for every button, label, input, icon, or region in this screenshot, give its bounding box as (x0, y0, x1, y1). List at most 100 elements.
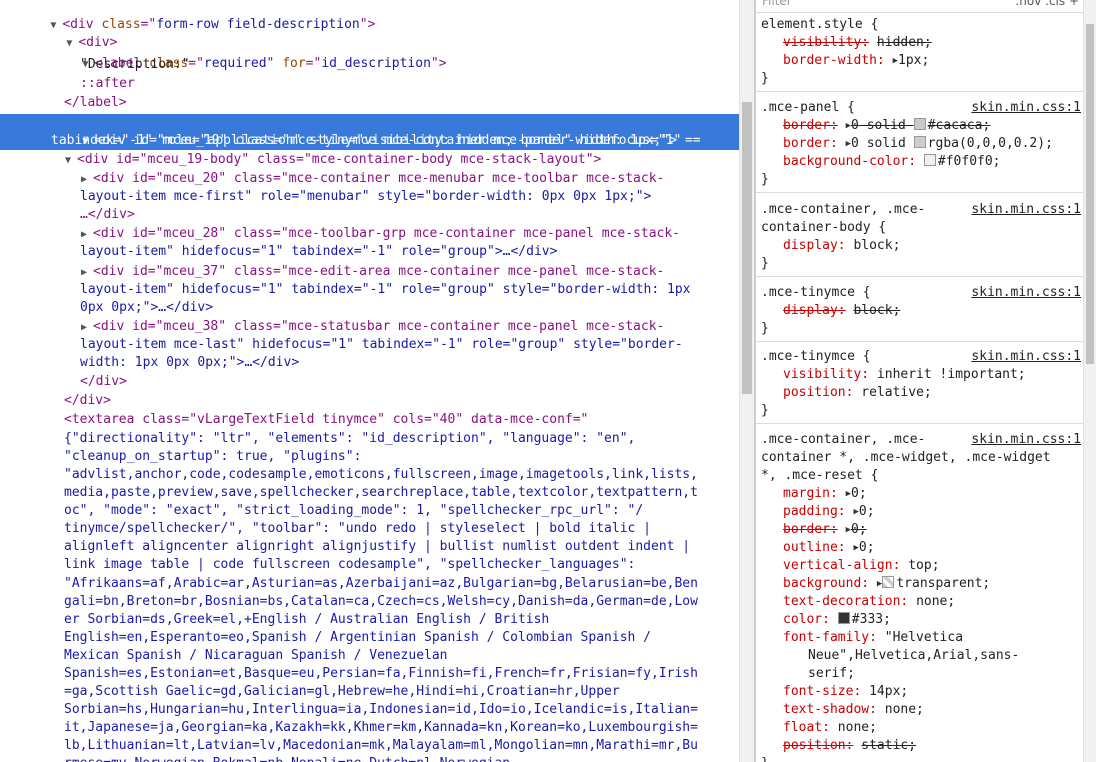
css-property[interactable]: margin: ▶0; (783, 485, 867, 503)
textarea-attr-line[interactable]: "cleanup_on_startup": true, "plugins": (64, 448, 361, 466)
textarea-attr-line[interactable]: {"directionality": "ltr", "elements": "i… (64, 430, 635, 448)
color-swatch-icon[interactable] (837, 612, 850, 624)
css-property[interactable]: vertical-align: top; (783, 557, 940, 575)
style-rule[interactable]: element.style {visibility: hidden; border… (756, 16, 1083, 92)
expand-triangle-icon[interactable]: ▼ (65, 152, 77, 170)
property-name[interactable]: visibility: (783, 367, 869, 382)
dom-pseudo-after[interactable]: ::after (80, 75, 135, 93)
collapse-triangle-icon[interactable]: ▶ (81, 264, 93, 282)
property-name[interactable]: border: (783, 118, 838, 133)
property-name[interactable]: margin: (783, 486, 838, 501)
css-property[interactable]: display: block; (783, 237, 900, 255)
rule-source-link[interactable]: skin.min.css:1 (971, 431, 1081, 449)
textarea-attr-line[interactable]: =ga,Scottish Gaelic=gd,Galician=gl,Hebre… (64, 683, 620, 701)
filter-input[interactable]: Filter (762, 0, 792, 8)
textarea-attr-line[interactable]: English=en,Esperanto=eo,Spanish / Argent… (64, 629, 651, 647)
property-value[interactable]: #cacaca; (928, 118, 991, 133)
style-rule[interactable]: .mce-tinymce {skin.min.css:1 display: blo… (756, 284, 1083, 342)
textarea-attr-line[interactable]: link image table | code fullscreen codes… (64, 556, 635, 574)
css-property[interactable]: background: ▶ transparent; (783, 575, 990, 593)
dom-node-line[interactable]: layout-item" hidefocus="1" tabindex="-1"… (80, 243, 557, 261)
property-name[interactable]: display: (783, 303, 846, 318)
dom-node-line[interactable]: ▶ <div id="mceu_20" class="mce-container … (81, 170, 664, 188)
css-property[interactable]: visibility: inherit !important; (783, 366, 1026, 384)
dom-node-line[interactable]: layout-item mce-last" hidefocus="1" tabi… (80, 336, 683, 354)
property-name[interactable]: background: (783, 576, 869, 591)
dom-node-line[interactable]: ▼ <div id="mceu_19-body" class="mce-conta… (65, 151, 601, 169)
css-property[interactable]: border: ▶0 solid #cacaca; (783, 117, 990, 135)
property-value[interactable]: "Helvetica (885, 630, 963, 645)
rule-source-link[interactable]: skin.min.css:1 (971, 284, 1081, 302)
dom-node-line[interactable]: width: 1px 0px 0px;">…</div> (80, 354, 299, 372)
dom-node-form-row[interactable]: ▼ <div class="form-row field-description"… (19, 0, 375, 32)
selected-node-line-1[interactable]: ▼ <div id="mceu_19" class="mce-tinymce mc… (51, 114, 681, 148)
rule-source-link[interactable]: skin.min.css:1 (971, 201, 1081, 219)
css-property[interactable]: display: block; (783, 302, 900, 320)
property-value[interactable]: #f0f0f0; (938, 154, 1001, 169)
dom-node-line[interactable]: …</div> (80, 206, 135, 224)
textarea-attr-line[interactable]: "Afrikaans=af,Arabic=ar,Asturian=as,Azer… (64, 575, 698, 593)
css-property[interactable]: float: none; (783, 719, 877, 737)
textarea-attr-line[interactable]: media,paste,preview,save,spellchecker,se… (64, 484, 698, 502)
dom-node-line[interactable]: ▶ <div id="mceu_37" class="mce-edit-area … (81, 263, 664, 281)
property-value[interactable]: none; (916, 594, 955, 609)
property-value[interactable]: none; (885, 702, 924, 717)
collapse-triangle-icon[interactable]: ▶ (81, 171, 93, 189)
dom-node-label[interactable]: ▼ <label class="required" for="id_descrip… (51, 37, 446, 71)
textarea-attr-line[interactable]: Sorbian=hs,Hungarian=hu,Interlingua=ia,I… (64, 701, 698, 719)
styles-panel[interactable]: Filter :hov .cls + element.style {visibi… (756, 0, 1083, 762)
property-name[interactable]: color: (783, 612, 830, 627)
property-value[interactable]: transparent; (896, 576, 990, 591)
textarea-attr-line[interactable]: gali=bn,Breton=br,Bosnian=bs,Catalan=ca,… (64, 593, 698, 611)
property-value[interactable]: static; (861, 738, 916, 753)
scrollbar-thumb[interactable] (742, 102, 752, 394)
elements-scrollbar[interactable] (739, 0, 754, 762)
style-rule[interactable]: .mce-container, .mce-skin.min.css:1 conta… (756, 201, 1083, 277)
css-property[interactable]: border-width: ▶1px; (783, 52, 929, 70)
filter-toggles[interactable]: :hov .cls + (1015, 0, 1079, 8)
styles-filter-bar[interactable]: Filter :hov .cls + (756, 0, 1083, 13)
dom-close-label[interactable]: </label> (64, 94, 127, 112)
elements-tree-panel[interactable]: ▼ <div class="form-row field-description"… (0, 0, 739, 762)
style-rule[interactable]: .mce-panel {skin.min.css:1 border: ▶0 sol… (756, 99, 1083, 193)
color-swatch-icon[interactable] (913, 118, 926, 130)
property-name[interactable]: float: (783, 720, 830, 735)
textarea-attr-line[interactable]: Mexican Spanish / Nicaraguan Spanish / V… (64, 647, 448, 665)
css-property[interactable]: background-color: #f0f0f0; (783, 153, 1001, 171)
property-value[interactable]: top; (908, 558, 939, 573)
property-value[interactable]: relative; (861, 385, 931, 400)
css-property[interactable]: border: ▶0; (783, 521, 867, 539)
css-property[interactable]: color: #333; (783, 611, 891, 629)
property-value[interactable]: 0; (859, 504, 875, 519)
textarea-attr-line[interactable]: it,Japanese=ja,Georgian=ka,Kazakh=kk,Khm… (64, 719, 698, 737)
property-value[interactable]: #333; (852, 612, 891, 627)
property-value[interactable]: block; (853, 303, 900, 318)
dom-node-line[interactable]: </div> (80, 373, 127, 391)
property-value[interactable]: none; (838, 720, 877, 735)
textarea-attr-line[interactable]: <textarea class="vLargeTextField tinymce… (64, 411, 588, 429)
textarea-attr-line[interactable]: Spanish=es,Estonian=et,Basque=eu,Persian… (64, 665, 698, 683)
style-rule[interactable]: .mce-tinymce {skin.min.css:1 visibility: … (756, 348, 1083, 424)
property-value[interactable]: 14px; (869, 684, 908, 699)
css-property[interactable]: visibility: hidden; (783, 34, 932, 52)
property-name[interactable]: padding: (783, 504, 846, 519)
property-name[interactable]: position: (783, 738, 853, 753)
css-property[interactable]: font-size: 14px; (783, 683, 908, 701)
collapse-triangle-icon[interactable]: ▶ (81, 226, 93, 244)
dom-node-line[interactable]: ▶ <div id="mceu_38" class="mce-statusbar … (81, 318, 664, 336)
dom-text-node[interactable]: "Description:" (80, 56, 190, 74)
css-property[interactable]: position: relative; (783, 384, 932, 402)
dom-node-div[interactable]: ▼ <div> (35, 16, 117, 50)
property-name[interactable]: display: (783, 238, 846, 253)
collapse-triangle-icon[interactable]: ▶ (81, 319, 93, 337)
property-name[interactable]: vertical-align: (783, 558, 900, 573)
color-swatch-icon[interactable] (913, 136, 926, 148)
dom-node-line[interactable]: </div> (64, 392, 111, 410)
property-value[interactable]: 1px; (898, 53, 929, 68)
css-property[interactable]: text-decoration: none; (783, 593, 955, 611)
property-name[interactable]: text-decoration: (783, 594, 908, 609)
property-name[interactable]: text-shadow: (783, 702, 877, 717)
css-property[interactable]: font-family: "Helvetica (783, 629, 963, 647)
rule-source-link[interactable]: skin.min.css:1 (971, 348, 1081, 366)
property-name[interactable]: border: (783, 136, 838, 151)
